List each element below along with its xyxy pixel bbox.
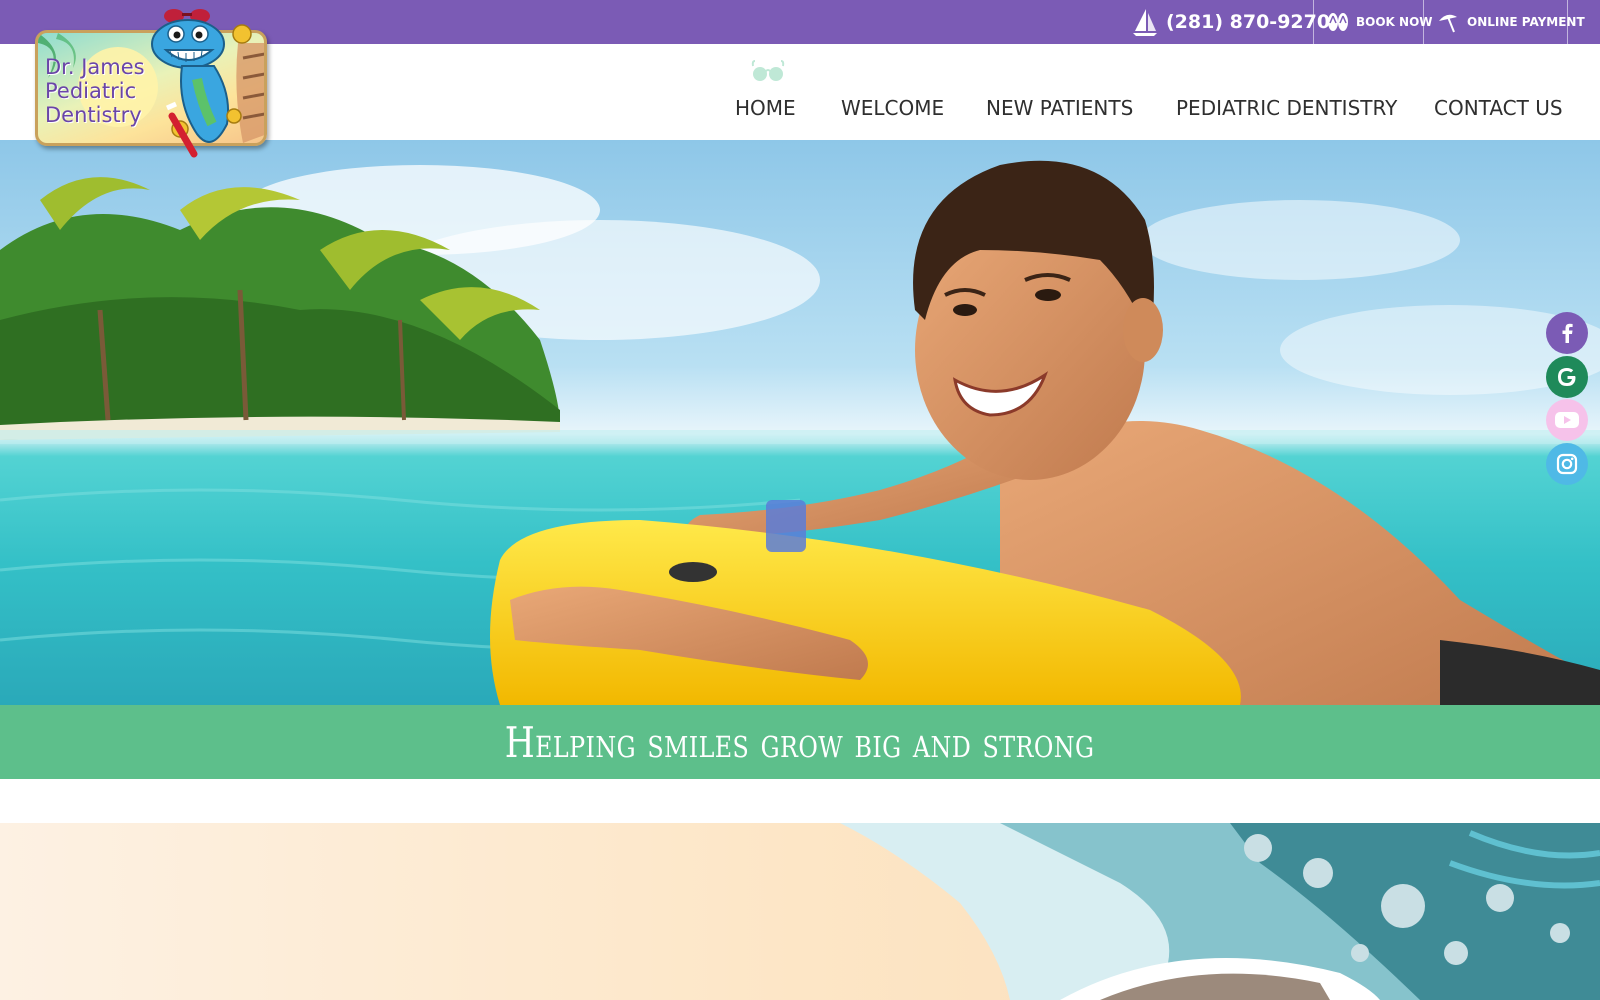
topbar-divider <box>1313 0 1314 44</box>
nav-welcome[interactable]: WELCOME <box>841 90 944 126</box>
sailboat-icon <box>1130 7 1160 37</box>
beach-umbrella-icon <box>1437 11 1461 33</box>
topbar-divider <box>1567 0 1568 44</box>
frog-mascot-icon <box>142 4 272 169</box>
tagline-banner: Helping smiles grow big and strong <box>0 705 1600 779</box>
online-payment-link[interactable]: ONLINE PAYMENT <box>1437 0 1585 44</box>
site-logo[interactable]: Dr. James Pediatric Dentistry <box>30 4 278 166</box>
flip-flops-icon <box>1326 11 1350 33</box>
nav-contact-us[interactable]: CONTACT US <box>1434 90 1563 126</box>
instagram-icon[interactable] <box>1546 443 1588 485</box>
phone-link[interactable]: (281) 870-9270 <box>1130 0 1330 44</box>
hero-image <box>0 140 1600 705</box>
phone-number: (281) 870-9270 <box>1166 11 1331 33</box>
youtube-icon[interactable] <box>1546 399 1588 441</box>
nav-pediatric-dentistry[interactable]: PEDIATRIC DENTISTRY <box>1176 90 1397 126</box>
nav-home[interactable]: HOME <box>735 90 796 126</box>
nav-new-patients[interactable]: NEW PATIENTS <box>986 90 1133 126</box>
lower-section-background <box>0 823 1600 1000</box>
sunglasses-icon <box>751 60 785 87</box>
book-now-link[interactable]: BOOK NOW <box>1326 0 1433 44</box>
facebook-icon[interactable] <box>1546 312 1588 354</box>
google-icon[interactable] <box>1546 356 1588 398</box>
topbar-divider <box>1423 0 1424 44</box>
hero-tagline: Helping smiles grow big and strong <box>505 717 1095 767</box>
book-now-label: BOOK NOW <box>1356 15 1433 29</box>
